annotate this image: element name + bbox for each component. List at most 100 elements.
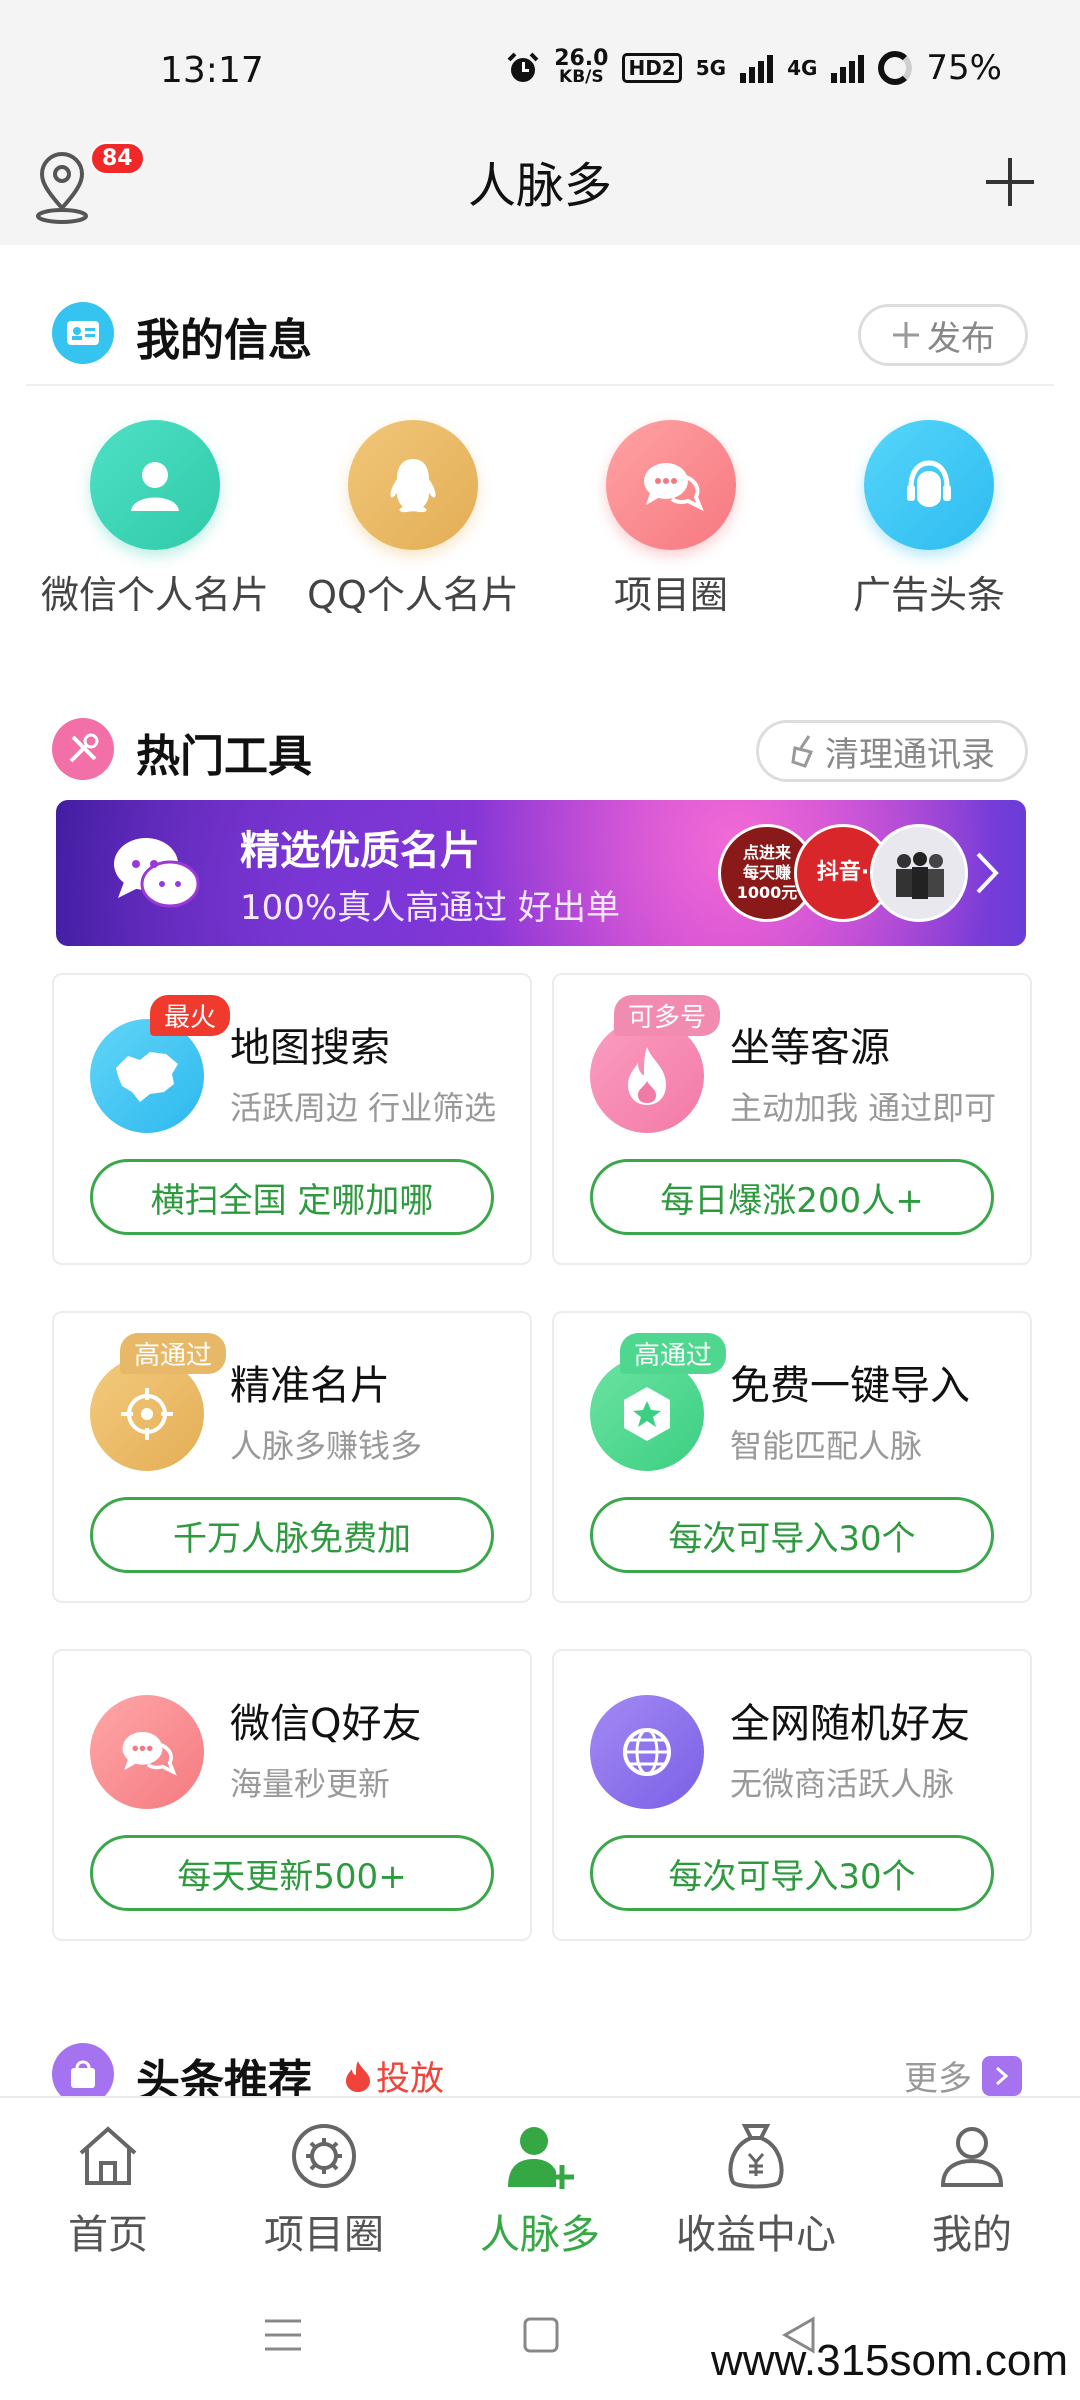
promo-banner[interactable]: 精选优质名片 100%真人高通过 好出单 点进来 每天赚 1000元 抖音· (56, 800, 1026, 946)
card-title: 免费一键导入 (730, 1363, 970, 1409)
publish-label: 发布 (927, 318, 995, 359)
card-tag: 高通过 (120, 1333, 227, 1374)
quick-label: 广告头条 (852, 573, 1005, 617)
quick-wechat-card[interactable]: 微信个人名片 (26, 420, 284, 619)
money-bag-icon (716, 2116, 796, 2196)
tool-card-map-search[interactable]: 最火 地图搜索 活跃周边 行业筛选 横扫全国 定哪加哪 (52, 973, 532, 1265)
card-subtitle: 智能匹配人脉 (730, 1427, 923, 1465)
tools-icon (52, 718, 114, 780)
tab-profile[interactable]: 我的 (864, 2116, 1080, 2260)
status-bar: 13:17 26.0 KB/S HD2 5G 4G 75% (0, 0, 1080, 140)
card-action-button[interactable]: 每次可导入30个 (590, 1835, 994, 1911)
broom-icon (791, 735, 814, 768)
tool-card-random-friends[interactable]: 全网随机好友 无微商活跃人脉 每次可导入30个 (552, 1649, 1032, 1941)
banner-title: 精选优质名片 (240, 828, 480, 874)
profile-icon (932, 2116, 1012, 2196)
news-header: 头条推荐 投放 更多 (0, 2035, 1080, 2107)
section-title: 我的信息 (136, 315, 312, 366)
tab-project-circle[interactable]: 项目圈 (216, 2116, 432, 2260)
tab-contacts[interactable]: 人脉多 (432, 2116, 648, 2260)
person-icon (90, 420, 220, 550)
chat-bubbles-icon (606, 420, 736, 550)
clean-contacts-button[interactable]: 清理通讯录 (756, 720, 1028, 782)
publish-button[interactable]: 发布 (858, 304, 1028, 366)
clean-label: 清理通讯录 (825, 734, 995, 775)
card-tag-text: 最火 (164, 1003, 217, 1033)
add-button[interactable] (980, 152, 1040, 212)
net-speed-value: 26.0 (554, 46, 609, 71)
card-action-button[interactable]: 每天更新500+ (90, 1835, 494, 1911)
location-button[interactable]: 84 (32, 142, 145, 230)
square-icon (523, 2317, 559, 2353)
china-map-icon (90, 1019, 204, 1133)
card-subtitle: 活跃周边 行业筛选 (230, 1089, 497, 1127)
card-title: 精准名片 (230, 1363, 390, 1409)
tab-label: 收益中心 (676, 2212, 836, 2258)
more-label: 更多 (904, 2059, 972, 2099)
card-title: 微信Q好友 (230, 1701, 422, 1747)
signal-icon-2 (831, 53, 865, 83)
card-subtitle: 人脉多赚钱多 (230, 1427, 423, 1465)
more-button[interactable]: 更多 (904, 2051, 1022, 2100)
news-tag[interactable]: 投放 (344, 2051, 444, 2100)
chat-bubbles-icon (90, 1695, 204, 1809)
quick-label: 微信个人名片 (40, 573, 269, 617)
quick-qq-card[interactable]: QQ个人名片 (284, 420, 542, 619)
my-info-header: 我的信息 发布 (0, 286, 1080, 376)
banner-circle-text: 抖音· (816, 860, 870, 885)
card-action-button[interactable]: 千万人脉免费加 (90, 1497, 494, 1573)
card-title: 坐等客源 (730, 1025, 890, 1071)
card-action-button[interactable]: 横扫全国 定哪加哪 (90, 1159, 494, 1235)
my-info-grid: 微信个人名片 QQ个人名片 项目圈 广告头条 (0, 420, 1080, 620)
card-title: 地图搜索 (230, 1025, 390, 1071)
menu-button[interactable] (258, 2310, 308, 2360)
notification-badge: 84 (90, 142, 145, 175)
section-title: 热门工具 (136, 731, 312, 782)
card-subtitle: 主动加我 通过即可 (730, 1089, 997, 1127)
status-icons: 26.0 KB/S HD2 5G 4G 75% (506, 48, 1002, 88)
card-action-button[interactable]: 每日爆涨200人+ (590, 1159, 994, 1235)
menu-icon (265, 2319, 301, 2351)
plus-icon (893, 322, 919, 348)
watermark: www.315som.com (710, 2336, 1068, 2385)
card-tag-text: 高通过 (134, 1341, 213, 1371)
tab-home[interactable]: 首页 (0, 2116, 216, 2260)
card-title: 全网随机好友 (730, 1701, 970, 1747)
tab-label: 首页 (68, 2212, 148, 2258)
card-subtitle: 无微商活跃人脉 (730, 1765, 955, 1803)
news-tag-label: 投放 (376, 2059, 444, 2099)
qq-penguin-icon (348, 420, 478, 550)
flame-icon (590, 1019, 704, 1133)
battery-percent: 75% (926, 48, 1002, 88)
plus-icon (986, 158, 1034, 206)
tab-earnings[interactable]: 收益中心 (648, 2116, 864, 2260)
card-tag-text: 高通过 (634, 1341, 713, 1371)
target-icon (90, 1357, 204, 1471)
card-tag-text: 可多号 (628, 1003, 707, 1033)
quick-ad-headline[interactable]: 广告头条 (800, 420, 1058, 619)
quick-project-circle[interactable]: 项目圈 (542, 420, 800, 619)
globe-icon (590, 1695, 704, 1809)
flame-icon (346, 2060, 370, 2092)
quick-label: 项目圈 (613, 573, 728, 617)
tool-card-one-click-import[interactable]: 高通过 免费一键导入 智能匹配人脉 每次可导入30个 (552, 1311, 1032, 1603)
net-speed: 26.0 KB/S (554, 46, 609, 87)
net-speed-unit: KB/S (559, 67, 604, 87)
tool-card-precise-card[interactable]: 高通过 精准名片 人脉多赚钱多 千万人脉免费加 (52, 1311, 532, 1603)
chevron-right-icon (982, 2055, 1022, 2096)
gear-circle-icon (284, 2116, 364, 2196)
home-icon (68, 2116, 148, 2196)
net-5g: 5G (695, 56, 727, 80)
card-tag: 高通过 (620, 1333, 727, 1374)
tool-card-wait-clients[interactable]: 可多号 坐等客源 主动加我 通过即可 每日爆涨200人+ (552, 973, 1032, 1265)
home-nav-button[interactable] (516, 2310, 566, 2360)
tool-card-wechat-qq-friends[interactable]: 微信Q好友 海量秒更新 每天更新500+ (52, 1649, 532, 1941)
hd-badge: HD2 (622, 53, 682, 83)
card-action-button[interactable]: 每次可导入30个 (590, 1497, 994, 1573)
tab-label: 人脉多 (480, 2212, 600, 2258)
card-tag: 最火 (150, 995, 231, 1036)
alarm-icon (507, 52, 539, 82)
banner-subtitle: 100%真人高通过 好出单 (240, 888, 621, 928)
hot-tools-header: 热门工具 清理通讯录 (0, 702, 1080, 792)
star-badge-icon (590, 1357, 704, 1471)
